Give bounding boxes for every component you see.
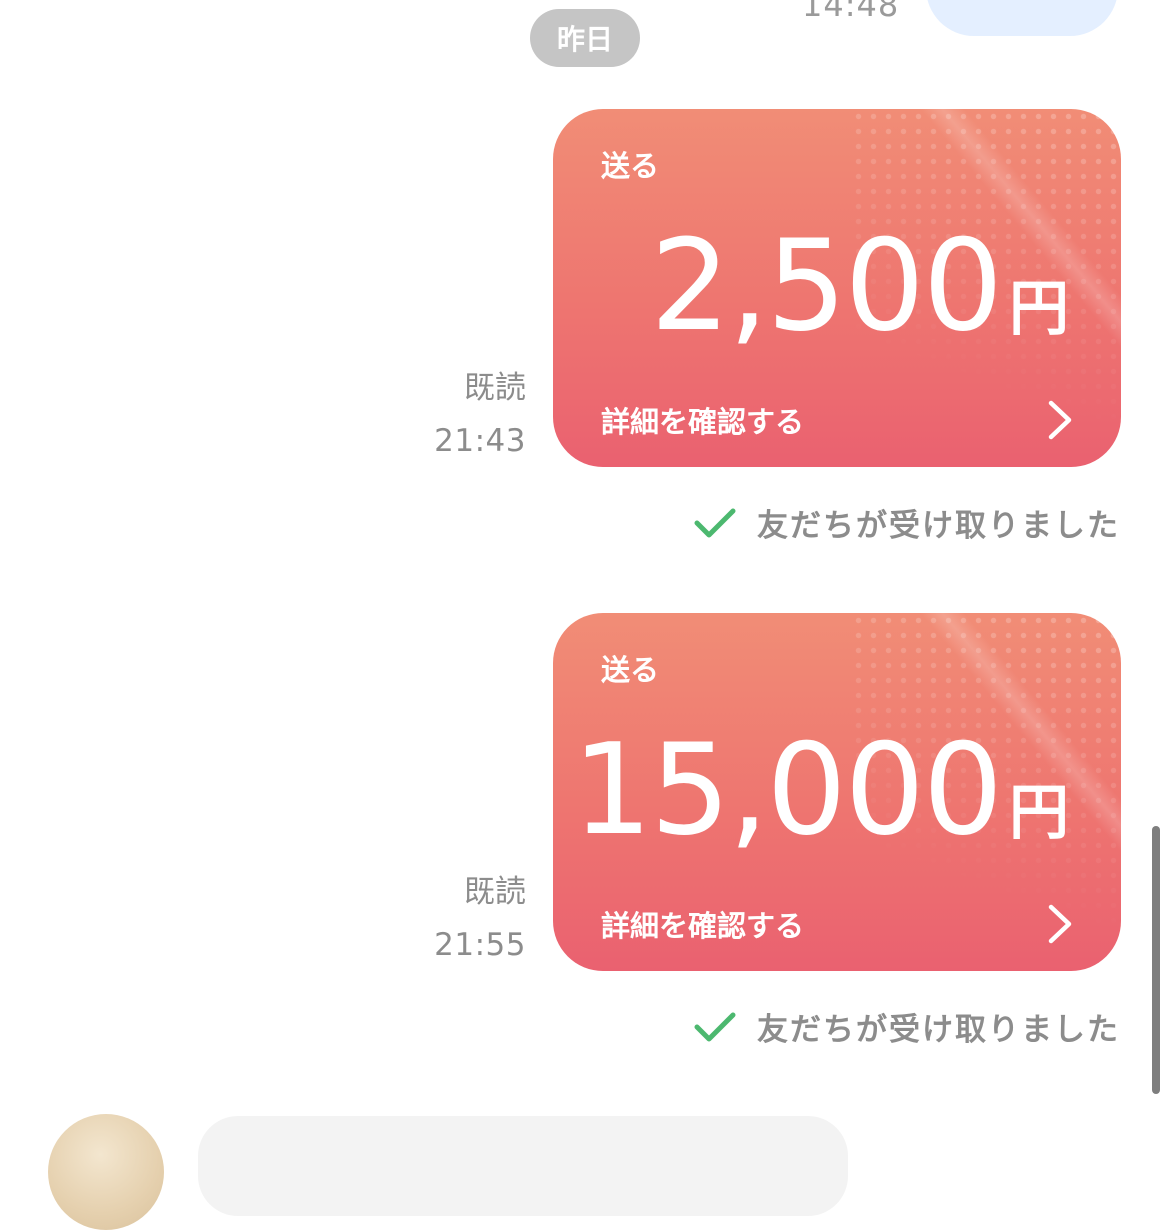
transfer-label: 送る (601, 653, 660, 687)
check-icon (694, 508, 736, 537)
received-status-text: 友だちが受け取りました (757, 1012, 1120, 1048)
currency-unit: 円 (1009, 274, 1069, 344)
avatar[interactable] (48, 1114, 164, 1230)
incoming-message-bubble[interactable] (198, 1116, 848, 1216)
read-status: 既読 (464, 874, 526, 910)
read-status: 既読 (464, 370, 526, 406)
transfer-label: 送る (601, 149, 660, 183)
currency-unit: 円 (1009, 778, 1069, 848)
received-status-text: 友だちが受け取りました (757, 508, 1120, 544)
view-details-link[interactable]: 詳細を確認する (601, 399, 804, 441)
amount-value: 2,500 (650, 212, 1003, 359)
scrollbar[interactable] (1152, 826, 1160, 1094)
money-transfer-card[interactable]: 送る 15,000 円 詳細を確認する (553, 613, 1121, 971)
previous-message-bubble[interactable] (926, 0, 1118, 36)
message-meta: 既読 21:43 (434, 368, 526, 461)
transfer-amount: 15,000 円 (572, 715, 1069, 865)
check-icon (694, 1012, 736, 1041)
amount-value: 15,000 (572, 716, 1003, 863)
view-details-link[interactable]: 詳細を確認する (601, 903, 804, 945)
previous-message-time: 14:48 (802, 0, 900, 24)
received-status: 友だちが受け取りました (693, 500, 1120, 545)
message-meta: 既読 21:55 (434, 872, 526, 965)
received-status: 友だちが受け取りました (693, 1004, 1120, 1049)
transfer-amount: 2,500 円 (650, 211, 1069, 361)
chevron-right-icon[interactable] (1045, 903, 1075, 945)
message-time: 21:43 (434, 423, 526, 459)
chevron-right-icon[interactable] (1045, 399, 1075, 441)
date-separator: 昨日 (530, 9, 640, 67)
money-transfer-card[interactable]: 送る 2,500 円 詳細を確認する (553, 109, 1121, 467)
message-time: 21:55 (434, 927, 526, 963)
